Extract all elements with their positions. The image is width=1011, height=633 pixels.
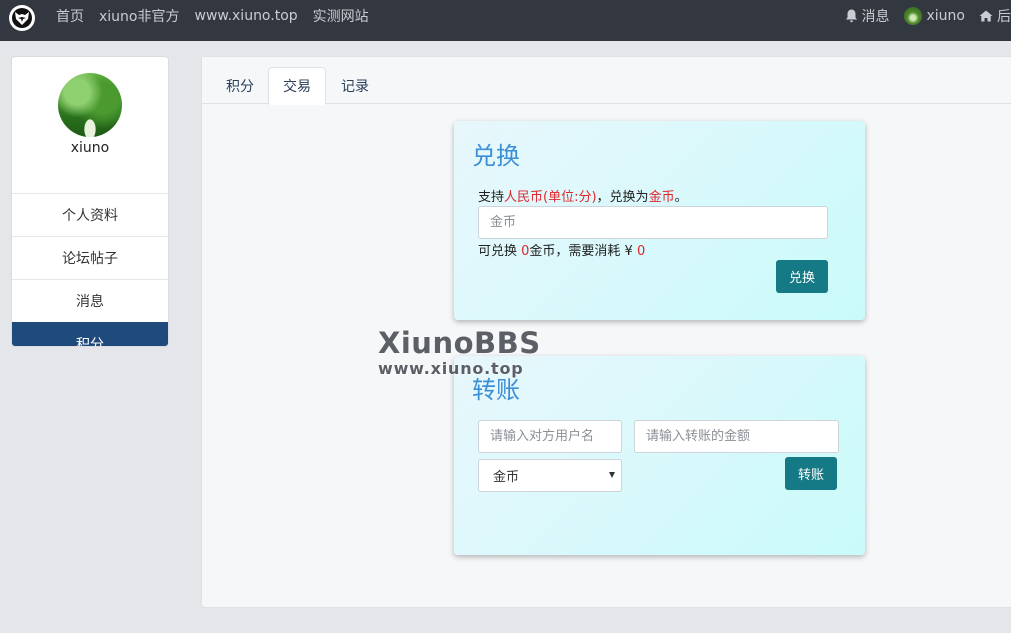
exchange-card: 兑换 支持人民币(单位:分)，兑换为金币。 可兑换 0金币，需要消耗 ¥ 0 兑… xyxy=(454,121,865,320)
profile-block: xiuno xyxy=(12,73,168,193)
tab-credits[interactable]: 积分 xyxy=(212,67,268,104)
currency-select[interactable]: 金币 xyxy=(478,459,622,492)
transfer-username-input[interactable] xyxy=(478,420,622,453)
nav-admin-label: 后 xyxy=(997,9,1011,25)
nav-admin[interactable]: 后 xyxy=(979,6,1011,26)
nav-messages-label: 消息 xyxy=(861,9,890,25)
tab-records[interactable]: 记录 xyxy=(327,67,383,104)
tab-bar: 积分 交易 记录 xyxy=(202,57,1011,105)
nav-user-area: 消息 xiuno 后 xyxy=(831,0,1011,32)
transfer-button[interactable]: 转账 xyxy=(785,457,838,490)
nav-link-test-site[interactable]: 实测网站 xyxy=(313,6,369,26)
sidebar-item-profile[interactable]: 个人资料 xyxy=(12,193,168,236)
nav-links: 首页 xiuno非官方 www.xiuno.top 实测网站 xyxy=(56,0,384,32)
transfer-card: 转账 金币 转账 xyxy=(454,356,865,555)
desc-prefix: 支持 xyxy=(478,190,505,205)
home-icon xyxy=(979,10,993,22)
nav-link-home[interactable]: 首页 xyxy=(56,6,84,26)
nav-user[interactable]: xiuno xyxy=(903,7,966,25)
info-middle: 金币，需要消耗 ¥ xyxy=(529,244,637,259)
caret-down-icon xyxy=(609,472,615,478)
info-prefix: 可兑换 xyxy=(478,244,522,259)
currency-select-value: 金币 xyxy=(493,470,520,485)
user-avatar-icon xyxy=(903,7,922,25)
top-navbar: 首页 xiuno非官方 www.xiuno.top 实测网站 消息 xiuno … xyxy=(0,0,1011,41)
desc-target: 金币 xyxy=(648,190,675,205)
nav-link-unofficial[interactable]: xiuno非官方 xyxy=(99,6,180,26)
profile-username: xiuno xyxy=(70,140,110,156)
site-logo-icon[interactable] xyxy=(9,5,35,31)
exchange-amount-input[interactable] xyxy=(478,206,828,239)
desc-currency: 人民币(单位:分) xyxy=(504,190,597,205)
desc-middle: ，兑换为 xyxy=(596,190,649,205)
nav-username: xiuno xyxy=(926,8,966,24)
avatar[interactable] xyxy=(58,73,122,137)
nav-link-site[interactable]: www.xiuno.top xyxy=(195,8,298,24)
exchange-info: 可兑换 0金币，需要消耗 ¥ 0 xyxy=(478,240,645,259)
bell-icon xyxy=(845,9,857,23)
transfer-amount-input[interactable] xyxy=(634,420,839,453)
user-sidebar: xiuno 个人资料 论坛帖子 消息 积分 xyxy=(11,56,169,347)
sidebar-item-credits[interactable]: 积分 xyxy=(12,322,168,346)
exchange-description: 支持人民币(单位:分)，兑换为金币。 xyxy=(478,186,688,205)
tab-trade[interactable]: 交易 xyxy=(268,67,326,105)
exchange-title: 兑换 xyxy=(472,142,520,170)
transfer-title: 转账 xyxy=(472,376,520,404)
desc-suffix: 。 xyxy=(674,190,688,205)
exchange-button[interactable]: 兑换 xyxy=(776,260,829,293)
nav-messages[interactable]: 消息 xyxy=(845,6,890,26)
info-cost: 0 xyxy=(636,244,646,259)
sidebar-item-messages[interactable]: 消息 xyxy=(12,279,168,322)
sidebar-item-posts[interactable]: 论坛帖子 xyxy=(12,236,168,279)
